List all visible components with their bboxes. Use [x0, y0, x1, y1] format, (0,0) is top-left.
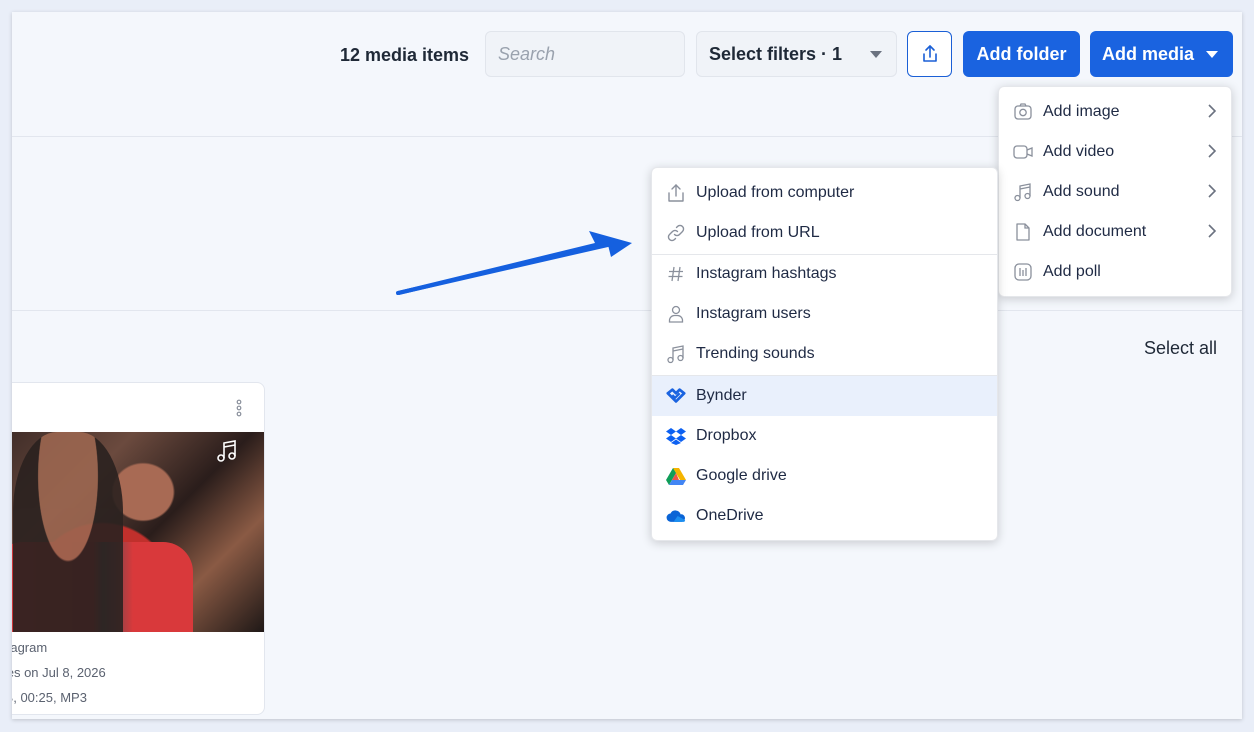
chevron-right-icon	[1207, 183, 1217, 204]
dropbox-icon	[666, 426, 686, 446]
media-source-menu: Upload from computer Upload from URL Ins…	[651, 167, 998, 541]
music-icon	[1013, 182, 1033, 202]
add-media-menu: Add image Add video Add sound Add docume…	[998, 86, 1232, 297]
menu-item-label: Upload from URL	[696, 224, 820, 241]
menu-item-label: Add sound	[1043, 183, 1120, 200]
menu-item-onedrive[interactable]: OneDrive	[652, 496, 997, 536]
menu-item-label: OneDrive	[696, 507, 764, 524]
user-icon	[666, 304, 686, 324]
menu-item-label: Add document	[1043, 223, 1147, 240]
menu-item-upload-url[interactable]: Upload from URL	[652, 213, 997, 253]
poll-icon	[1013, 262, 1033, 282]
menu-item-label: Instagram users	[696, 305, 811, 322]
upload-icon	[666, 183, 686, 203]
menu-item-label: Instagram hashtags	[696, 265, 837, 282]
onedrive-icon	[666, 506, 686, 526]
menu-item-label: Add poll	[1043, 263, 1101, 280]
menu-item-bynder[interactable]: Bynder	[652, 376, 997, 416]
camera-icon	[1013, 102, 1033, 122]
music-icon	[666, 344, 686, 364]
menu-item-label: Dropbox	[696, 427, 757, 444]
hashtag-icon	[666, 264, 686, 284]
media-library-window: 12 media items Select filters · 1 Add fo…	[12, 12, 1242, 719]
menu-item-instagram-hashtags[interactable]: Instagram hashtags	[652, 254, 997, 294]
bynder-icon	[666, 386, 686, 406]
chevron-right-icon	[1207, 103, 1217, 124]
menu-item-add-poll[interactable]: Add poll	[999, 252, 1231, 292]
menu-item-label: Bynder	[696, 387, 747, 404]
menu-item-label: Add image	[1043, 103, 1120, 120]
menu-item-add-video[interactable]: Add video	[999, 132, 1231, 172]
document-icon	[1013, 222, 1033, 242]
menu-item-upload-computer[interactable]: Upload from computer	[652, 173, 997, 213]
menu-item-label: Upload from computer	[696, 184, 855, 201]
chevron-right-icon	[1207, 223, 1217, 244]
menu-item-label: Google drive	[696, 467, 787, 484]
menu-item-add-image[interactable]: Add image	[999, 92, 1231, 132]
menu-item-add-document[interactable]: Add document	[999, 212, 1231, 252]
link-icon	[666, 223, 686, 243]
menu-item-dropbox[interactable]: Dropbox	[652, 416, 997, 456]
menu-item-instagram-users[interactable]: Instagram users	[652, 294, 997, 334]
menu-item-trending-sounds[interactable]: Trending sounds	[652, 334, 997, 374]
chevron-right-icon	[1207, 143, 1217, 164]
google-drive-icon	[666, 466, 686, 486]
menu-item-label: Trending sounds	[696, 345, 815, 362]
menu-item-add-sound[interactable]: Add sound	[999, 172, 1231, 212]
video-icon	[1013, 142, 1033, 162]
menu-item-label: Add video	[1043, 143, 1115, 160]
menu-item-google-drive[interactable]: Google drive	[652, 456, 997, 496]
